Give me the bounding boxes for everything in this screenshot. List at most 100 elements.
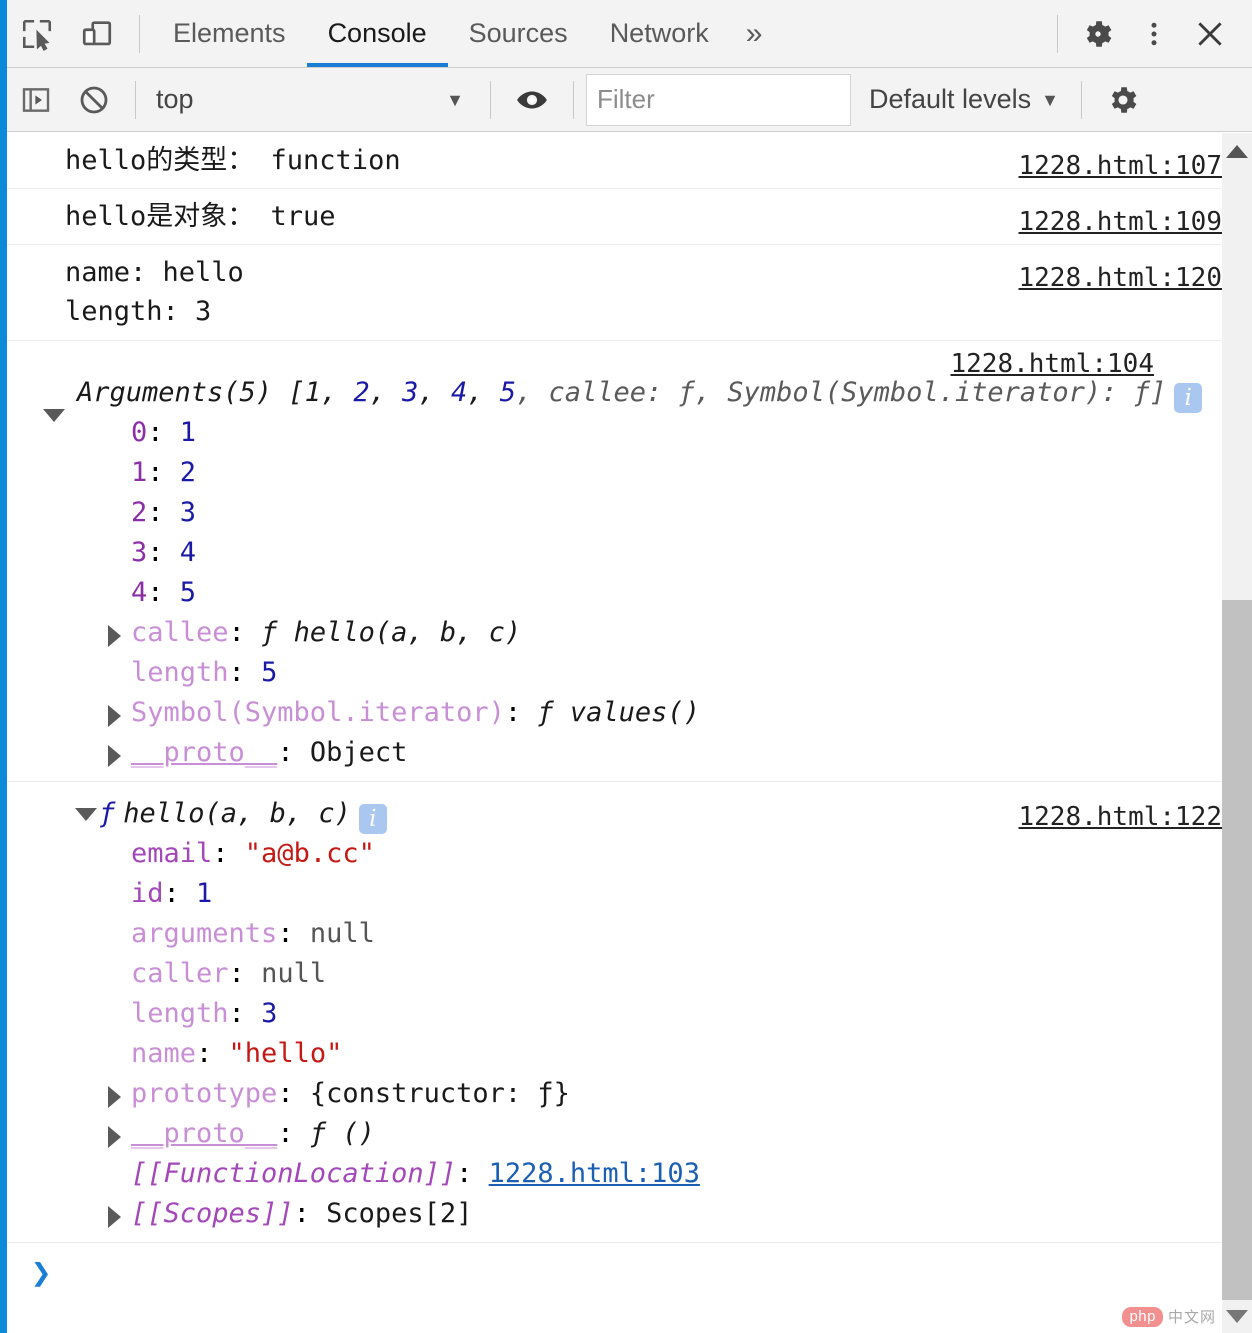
function-object-header[interactable]: ƒ hello(a, b, c) i 1228.html:122: [7, 796, 1222, 834]
more-options-icon[interactable]: [1126, 1, 1182, 67]
console-scrollbar[interactable]: [1222, 133, 1252, 1333]
arguments-value-0: 1: [304, 376, 321, 408]
chevron-right-icon[interactable]: [108, 1205, 121, 1228]
gear-icon[interactable]: [1070, 1, 1126, 67]
console-message-row[interactable]: name: hello length: 3 1228.html:120: [7, 245, 1223, 341]
object-property-row[interactable]: 0: 1: [7, 413, 1222, 453]
property-value: 5: [261, 656, 278, 688]
console-message-text: name: hello length: 3: [65, 257, 244, 328]
console-toolbar: top ▼ Default levels ▼: [0, 68, 1252, 132]
object-property-row[interactable]: __proto__: Object: [7, 733, 1222, 773]
scrollbar-thumb[interactable]: [1222, 600, 1252, 1300]
object-property-row[interactable]: prototype: {constructor: ƒ}: [7, 1074, 1222, 1114]
property-value: Scopes[2]: [326, 1197, 473, 1229]
console-message-list[interactable]: hello的类型： function 1228.html:107 hello是对…: [7, 133, 1222, 1333]
object-property-row[interactable]: name: "hello": [7, 1034, 1222, 1074]
tab-network[interactable]: Network: [589, 0, 730, 67]
toolbar-divider-right: [1057, 14, 1058, 53]
object-property-row[interactable]: callee: ƒ hello(a, b, c): [7, 613, 1222, 653]
object-property-row[interactable]: 2: 3: [7, 493, 1222, 533]
source-link[interactable]: 1228.html:107: [1019, 151, 1223, 181]
tab-console[interactable]: Console: [306, 0, 448, 67]
scroll-up-arrow-icon[interactable]: [1226, 145, 1248, 158]
console-message-row[interactable]: hello是对象： true 1228.html:109: [7, 189, 1223, 246]
object-property-row[interactable]: length: 3: [7, 994, 1222, 1034]
object-property-row[interactable]: caller: null: [7, 954, 1222, 994]
device-toolbar-icon[interactable]: [67, 1, 127, 67]
log-levels-selector[interactable]: Default levels ▼: [851, 76, 1069, 124]
property-value[interactable]: 1228.html:103: [489, 1158, 700, 1189]
console-settings-icon[interactable]: [1094, 69, 1152, 131]
chevron-right-icon[interactable]: [108, 1085, 121, 1108]
function-signature: hello(a, b, c): [123, 797, 351, 829]
object-property-row[interactable]: Symbol(Symbol.iterator): ƒ values(): [7, 693, 1222, 733]
property-value: 4: [179, 536, 197, 568]
property-name: id: [131, 877, 164, 909]
console-sidebar-icon[interactable]: [7, 69, 65, 131]
chevron-right-icon[interactable]: [108, 704, 121, 727]
chevron-right-icon[interactable]: [108, 624, 121, 647]
property-name: 1: [131, 456, 148, 488]
execution-context-selector[interactable]: top ▼: [148, 76, 478, 124]
object-property-row[interactable]: length: 5: [7, 653, 1222, 693]
console-prompt[interactable]: ❯: [7, 1243, 1222, 1303]
object-property-row[interactable]: email: "a@b.cc": [7, 834, 1222, 874]
info-icon[interactable]: i: [358, 803, 387, 834]
arguments-object-header[interactable]: Arguments(5) [1, 2, 3, 4, 5, callee: ƒ, …: [7, 375, 1222, 422]
clear-console-icon[interactable]: [65, 69, 123, 131]
panel-accent-bar: [0, 0, 7, 1333]
object-property-row[interactable]: 4: 5: [7, 573, 1222, 613]
console-object-group-arguments[interactable]: 1228.html:104 Arguments(5) [1, 2, 3, 4, …: [7, 341, 1222, 782]
source-link[interactable]: 1228.html:120: [1019, 263, 1223, 293]
scroll-down-arrow-icon[interactable]: [1226, 1310, 1248, 1323]
close-icon[interactable]: [1182, 1, 1238, 67]
object-property-row[interactable]: __proto__: ƒ (): [7, 1114, 1222, 1154]
arguments-preview-extra: , callee: ƒ, Symbol(Symbol.iterator): ƒ]: [515, 376, 1167, 408]
more-tabs-icon[interactable]: »: [730, 0, 779, 67]
source-link[interactable]: 1228.html:109: [1019, 207, 1223, 237]
eye-icon[interactable]: [503, 69, 561, 131]
console-object-group-function[interactable]: ƒ hello(a, b, c) i 1228.html:122 email: "a…: [7, 782, 1222, 1243]
console-message-text: hello的类型： function: [65, 145, 401, 176]
chevron-down-icon-function[interactable]: [75, 807, 97, 821]
chevron-right-icon[interactable]: [108, 744, 121, 767]
property-value: 3: [261, 997, 278, 1029]
property-value: 2: [179, 456, 197, 488]
property-name: [[Scopes]]: [131, 1197, 294, 1229]
info-icon[interactable]: i: [1174, 382, 1203, 413]
filter-input[interactable]: [586, 73, 851, 126]
property-name: [[FunctionLocation]]: [131, 1157, 457, 1189]
property-name: length: [131, 656, 229, 688]
object-property-row[interactable]: 1: 2: [7, 453, 1222, 493]
console-message-row[interactable]: hello的类型： function 1228.html:107: [7, 133, 1223, 190]
execution-context-label: top: [156, 84, 194, 114]
property-value: ƒ values(): [537, 696, 700, 728]
source-link[interactable]: 1228.html:122: [1019, 800, 1223, 835]
object-property-row[interactable]: [[Scopes]]: Scopes[2]: [7, 1194, 1222, 1234]
object-property-row[interactable]: arguments: null: [7, 914, 1222, 954]
tab-elements[interactable]: Elements: [152, 0, 307, 67]
tab-sources[interactable]: Sources: [448, 0, 589, 67]
chevron-down-icon: ▼: [446, 89, 464, 110]
watermark: php 中文网: [1122, 1306, 1216, 1327]
property-name: 4: [131, 576, 148, 608]
object-property-row[interactable]: id: 1: [7, 874, 1222, 914]
property-name: email: [131, 837, 213, 869]
property-name: 0: [131, 416, 148, 448]
object-property-row[interactable]: 3: 4: [7, 533, 1222, 573]
tab-sources-label: Sources: [468, 18, 568, 48]
toolbar-divider: [139, 14, 140, 53]
property-value: {constructor: ƒ}: [309, 1077, 570, 1109]
property-value: 5: [179, 576, 197, 608]
chevron-right-icon[interactable]: [108, 1125, 121, 1148]
property-value: null: [261, 957, 327, 989]
property-value: null: [309, 917, 375, 949]
arguments-preview-label: Arguments(5): [77, 376, 273, 408]
property-value: 1: [179, 416, 197, 448]
property-name: callee: [131, 616, 229, 648]
object-property-row[interactable]: [[FunctionLocation]]: 1228.html:103: [7, 1154, 1222, 1194]
arguments-value-3: 4: [450, 376, 468, 408]
inspect-element-icon[interactable]: [7, 1, 67, 67]
property-name: caller: [131, 957, 229, 989]
arguments-value-4: 5: [499, 376, 516, 408]
